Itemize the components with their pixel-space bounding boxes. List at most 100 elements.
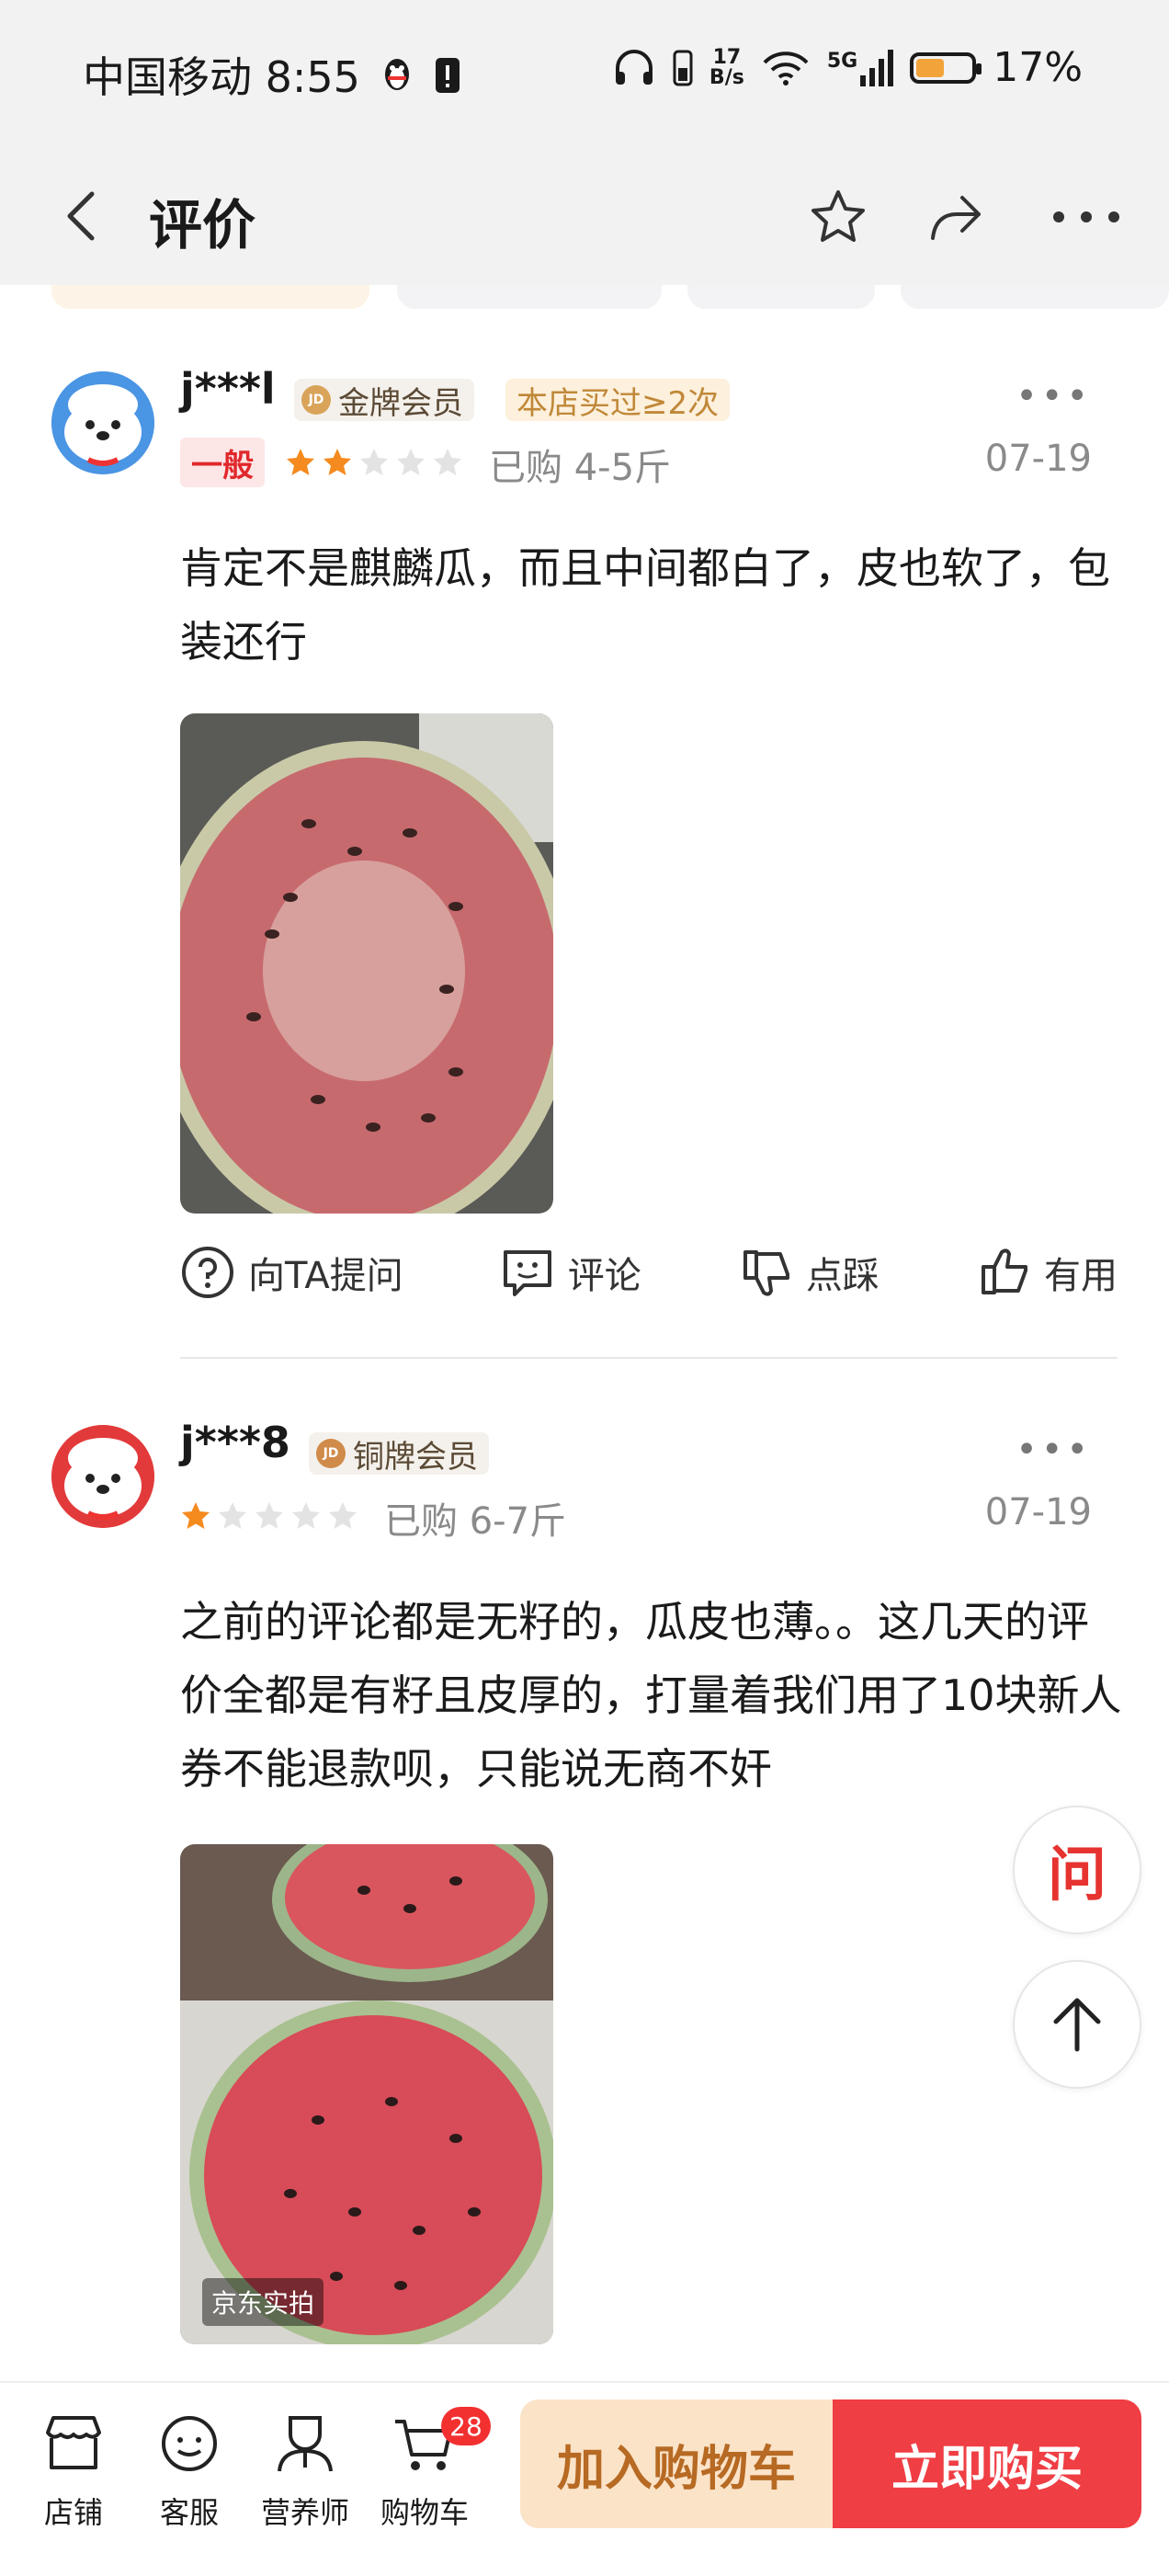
network-type: 5G [826,49,858,73]
star-empty-icon [219,1502,246,1529]
shop-label: 店铺 [43,2495,103,2530]
comment-button[interactable]: 评论 [500,1245,641,1300]
phone-battery-icon [673,50,693,85]
filter-tab[interactable] [901,285,1169,309]
star-empty-icon [397,449,425,475]
comment-icon [503,1250,551,1296]
photo-tag: 京东实拍 [202,2278,324,2326]
review-text: 之前的评论都是无籽的，瓜皮也薄。。这几天的评价全都是有籽且皮厚的，打量着我们用了… [180,1597,1122,1794]
shop-button[interactable]: 店铺 [18,2407,129,2532]
review-actions: 向TA提问 评论 点踩 有用 [180,1245,1118,1300]
battery-percent: 17% [993,44,1083,91]
medal-icon: JD [316,1439,346,1468]
star-rating [285,447,463,478]
more-button[interactable] [1048,178,1125,256]
thumbs-down-icon [743,1250,789,1296]
joy-dog-avatar-icon [51,1425,154,1528]
review-photo[interactable]: 京东实拍 [180,1844,553,2344]
star-empty-icon [360,449,388,475]
share-button[interactable] [917,178,994,256]
star-icon [811,190,865,242]
filter-tab[interactable] [397,285,662,309]
favorite-button[interactable] [800,178,877,256]
ask-question-label: 向TA提问 [248,1255,403,1297]
purchase-spec: 已购 6-7斤 [384,1500,567,1543]
star-empty-icon [255,1502,283,1529]
joy-dog-avatar-icon [51,371,154,474]
purchase-spec: 已购 4-5斤 [489,447,672,489]
watermelon-photo [180,1844,553,2344]
net-speed-value: 17 [712,45,742,69]
review-text: 肯定不是麒麟瓜，而且中间都白了，皮也软了，包装还行 [180,543,1110,667]
share-icon [931,196,981,240]
review-date: 07-19 [984,1491,1092,1533]
helpful-label: 有用 [1043,1255,1118,1297]
cart-button[interactable]: 购物车 28 [369,2407,491,2532]
member-level: 金牌会员 [338,384,463,422]
battery-icon [910,51,982,84]
review-photo[interactable] [180,713,553,1214]
dislike-label: 点踩 [805,1255,880,1297]
headphones-icon [615,49,653,85]
star-empty-icon [292,1502,320,1529]
member-badge: JD 铜牌会员 [309,1432,489,1476]
nav-bar: 评价 [0,147,1169,285]
net-speed: 17 B/s [709,45,744,89]
star-filled-icon [287,449,314,475]
member-badge: JD 金牌会员 [294,379,474,422]
star-empty-icon [434,449,461,475]
cart-count-badge: 28 [441,2407,491,2445]
nutritionist-icon [278,2416,333,2472]
avatar[interactable] [51,1425,154,1528]
star-filled-icon [182,1502,210,1529]
review-date: 07-19 [984,438,1092,480]
back-icon[interactable] [46,179,119,253]
rating-label: 一般 [180,438,265,487]
ask-question-button[interactable]: 向TA提问 [180,1245,403,1300]
question-icon [182,1247,233,1298]
medal-icon: JD [301,385,331,415]
avatar[interactable] [51,371,154,474]
review-more-icon[interactable]: ••• [1016,375,1092,417]
add-to-cart-button[interactable]: 加入购物车 [520,2399,833,2528]
ask-float-button[interactable]: 问 [1013,1806,1141,1934]
helpful-button[interactable]: 有用 [976,1245,1118,1300]
nutritionist-button[interactable]: 营养师 [250,2407,360,2532]
page-title: 评价 [149,194,256,256]
repeat-purchase-badge: 本店买过≥2次 [505,379,731,422]
alert-icon [435,58,460,93]
status-right: 17 B/s 5G 17% [612,44,1083,91]
username: j***8 [180,1418,290,1467]
nutritionist-label: 营养师 [260,2495,349,2530]
shop-icon [46,2416,101,2469]
customer-service-icon [162,2416,217,2471]
divider [180,1357,1118,1359]
filter-tabs-strip [0,285,1169,313]
star-rating [180,1500,358,1532]
ask-float-label: 问 [1048,1841,1107,1909]
filter-tab[interactable] [687,285,875,309]
dislike-button[interactable]: 点踩 [738,1245,880,1300]
comment-label: 评论 [567,1255,641,1297]
service-label: 客服 [159,2495,219,2530]
carrier-time: 中国移动 8:55 [83,52,360,102]
service-button[interactable]: 客服 [134,2407,244,2532]
more-icon [1053,211,1119,222]
username: j***l [180,364,276,414]
qq-icon [384,59,409,90]
arrow-up-icon [1053,1998,1101,2052]
battery-level [916,58,945,77]
back-to-top-button[interactable] [1013,1960,1141,2089]
filter-tab[interactable] [51,285,369,309]
member-level: 铜牌会员 [353,1438,478,1476]
watermelon-photo [180,713,553,1214]
star-filled-icon [323,449,351,475]
signal-bars-icon [860,49,894,86]
net-speed-unit: B/s [709,65,744,89]
star-empty-icon [329,1502,357,1529]
thumbs-up-icon [981,1248,1027,1294]
bottom-bar: 店铺 客服 营养师 购物车 28 加入购物车 立即购买 [0,2381,1169,2576]
review-more-icon[interactable]: ••• [1016,1429,1092,1471]
buy-now-button[interactable]: 立即购买 [833,2399,1141,2528]
status-left: 中国移动 8:55 [83,44,461,105]
